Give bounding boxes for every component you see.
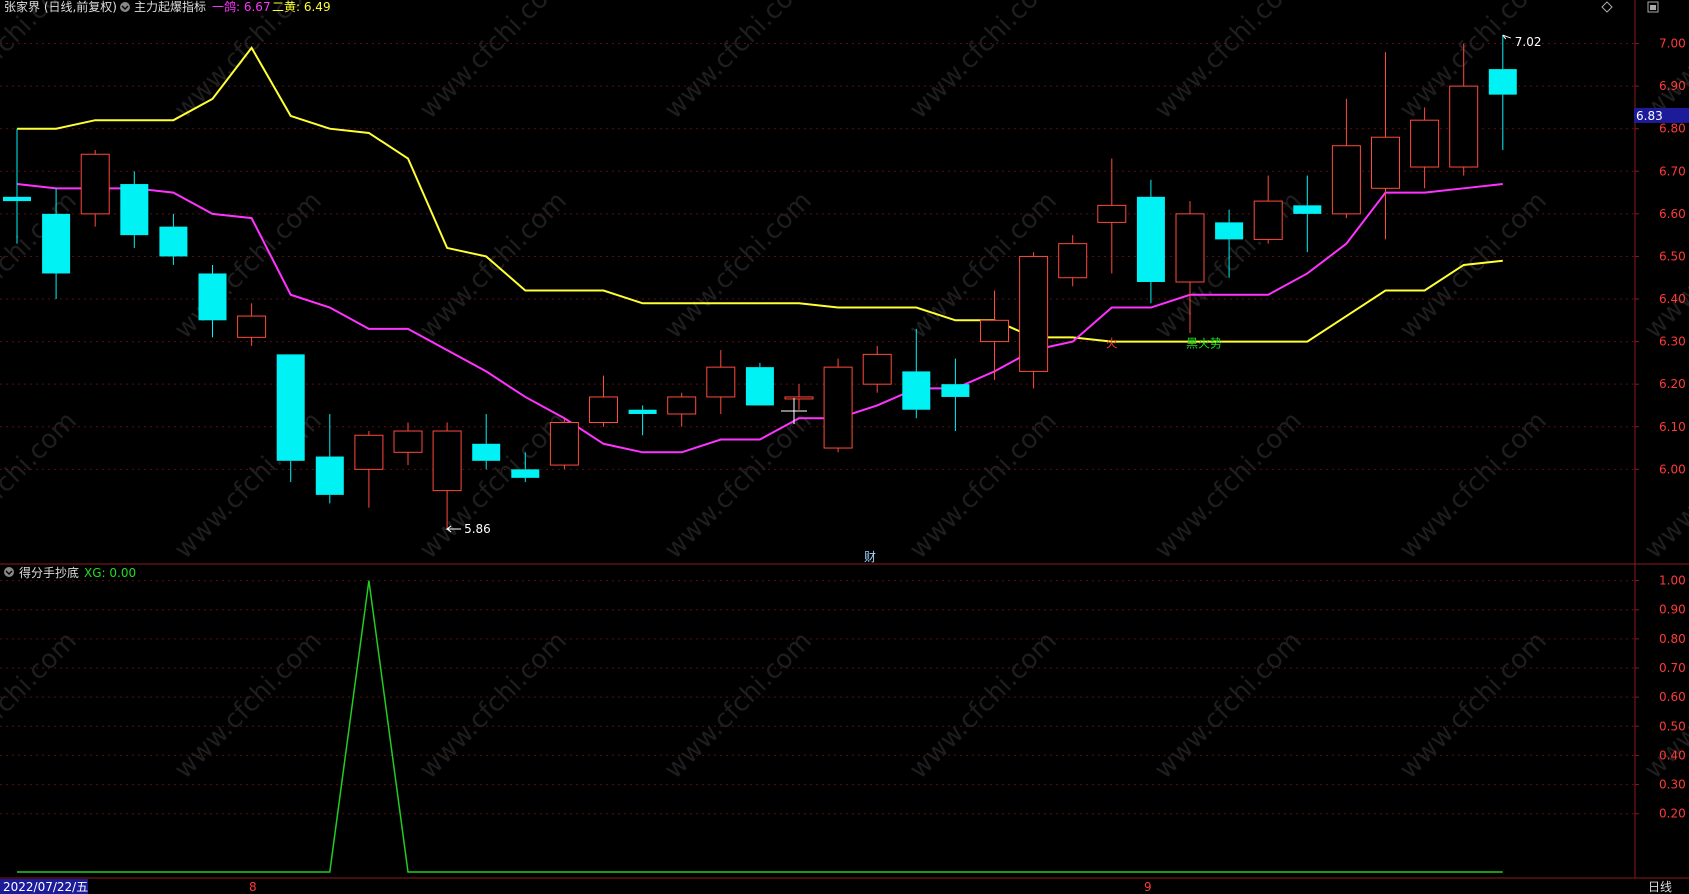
cai-marker: 财 bbox=[864, 550, 876, 564]
candle-body bbox=[1097, 204, 1127, 223]
candle-body bbox=[354, 434, 384, 470]
y-tick-label: 6.50 bbox=[1659, 249, 1686, 263]
y-tick-label: 6.10 bbox=[1659, 420, 1686, 434]
y-tick-label: 0.60 bbox=[1659, 690, 1686, 704]
candle-body bbox=[276, 354, 305, 461]
y-tick-label: 0.80 bbox=[1659, 632, 1686, 646]
y-tick-label: 6.90 bbox=[1659, 79, 1686, 93]
y-tick-label: 0.90 bbox=[1659, 603, 1686, 617]
y-tick-label: 7.00 bbox=[1659, 37, 1686, 51]
black-trend-marker: 黑火势 bbox=[1186, 337, 1222, 351]
candle-body bbox=[1058, 243, 1088, 279]
y-tick-label: 6.40 bbox=[1659, 292, 1686, 306]
y-tick-label: 6.30 bbox=[1659, 335, 1686, 349]
stock-title: 张家界 (日线,前复权) bbox=[4, 0, 117, 14]
candle-body bbox=[432, 430, 462, 492]
candle-body bbox=[1371, 136, 1400, 189]
candle-body bbox=[589, 396, 618, 423]
collapse-sub-icon[interactable] bbox=[4, 567, 14, 577]
y-tick-label: 6.20 bbox=[1659, 377, 1686, 391]
candle-body bbox=[549, 421, 579, 466]
y-tick-label: 6.70 bbox=[1659, 164, 1686, 178]
y-tick-label: 0.30 bbox=[1659, 778, 1686, 792]
candle-body bbox=[315, 456, 344, 495]
candle bbox=[549, 418, 579, 470]
candle-body bbox=[1136, 196, 1165, 282]
date-label: 2022/07/22/五 bbox=[3, 880, 88, 894]
y-tick-label: 6.80 bbox=[1659, 122, 1686, 136]
y-tick-label: 0.70 bbox=[1659, 661, 1686, 675]
candle-body bbox=[1410, 119, 1440, 168]
y-tick-label: 0.20 bbox=[1659, 807, 1686, 821]
huo-marker: 火 bbox=[1106, 337, 1118, 351]
candle-body bbox=[3, 196, 31, 202]
candle-body bbox=[1331, 145, 1361, 215]
y-tick-label: 6.60 bbox=[1659, 207, 1686, 221]
candle bbox=[1019, 252, 1049, 389]
candle-body bbox=[980, 319, 1009, 343]
month-8-label: 8 bbox=[249, 880, 257, 894]
candle-body bbox=[667, 396, 697, 415]
candle-body bbox=[511, 469, 540, 478]
candle-body bbox=[1175, 213, 1205, 283]
period-label[interactable]: 日线 bbox=[1648, 880, 1672, 894]
candle-body bbox=[628, 409, 657, 414]
candle-body bbox=[1215, 222, 1244, 240]
candle-body bbox=[941, 384, 970, 397]
y-tick-label: 0.40 bbox=[1659, 748, 1686, 762]
candle-body bbox=[472, 443, 501, 461]
y-tick-label: 0.50 bbox=[1659, 719, 1686, 733]
candle-body bbox=[784, 396, 814, 400]
candle-body bbox=[706, 366, 736, 398]
xg-label: XG: 0.00 bbox=[84, 566, 136, 580]
candle-body bbox=[1019, 255, 1049, 372]
candle-body bbox=[1293, 205, 1322, 214]
high-label: 7.02 bbox=[1515, 35, 1542, 49]
candle-body bbox=[237, 315, 267, 338]
candle-body bbox=[80, 153, 110, 215]
indicator-name: 主力起爆指标 bbox=[134, 0, 206, 14]
candle-body bbox=[120, 184, 149, 236]
candle-body bbox=[1253, 200, 1283, 240]
candle-body bbox=[159, 226, 188, 257]
candle-body bbox=[823, 366, 853, 449]
collapse-icon[interactable] bbox=[120, 2, 130, 12]
current-price-tag: 6.83 bbox=[1634, 107, 1689, 123]
candle-body bbox=[198, 273, 227, 321]
candle-body bbox=[745, 367, 774, 406]
sub-indicator-name: 得分手抄底 bbox=[19, 565, 79, 580]
candle-body bbox=[1488, 69, 1517, 95]
month-9-label: 9 bbox=[1144, 880, 1152, 894]
low-label: 5.86 bbox=[464, 522, 491, 536]
candle bbox=[823, 358, 853, 453]
candle-body bbox=[902, 371, 931, 410]
candle-body bbox=[393, 430, 423, 453]
y-tick-label: 6.00 bbox=[1659, 462, 1686, 476]
svg-text:6.83: 6.83 bbox=[1636, 109, 1663, 123]
stock-chart-canvas: www.cfchi.comwww.cfchi.comwww.cfchi.comw… bbox=[0, 0, 1689, 894]
line2-label: 二黄: 6.49 bbox=[272, 0, 331, 14]
candle-body bbox=[1449, 85, 1479, 168]
candle bbox=[745, 362, 774, 406]
line1-label: 一鸽: 6.67 bbox=[212, 0, 271, 14]
candle-body bbox=[862, 353, 892, 385]
candle-body bbox=[42, 213, 71, 274]
y-tick-label: 1.00 bbox=[1659, 574, 1686, 588]
